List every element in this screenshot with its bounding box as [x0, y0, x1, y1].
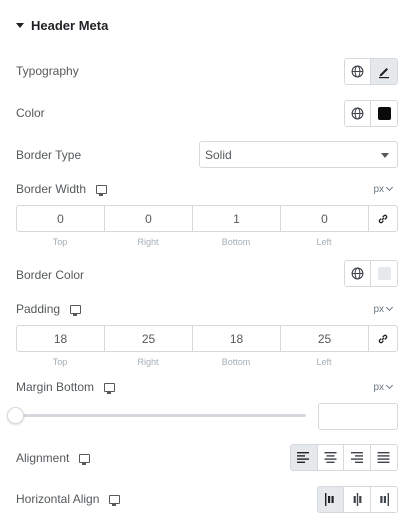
border-type-label: Border Type: [16, 148, 82, 162]
horizontal-align-button-group: [317, 486, 398, 513]
padding-left-input[interactable]: 25: [281, 326, 369, 351]
pencil-icon: [377, 65, 391, 79]
typography-controls: [344, 58, 398, 85]
border-color-label: Border Color: [16, 268, 85, 282]
typography-label: Typography: [16, 64, 79, 78]
margin-bottom-label: Margin Bottom: [16, 378, 116, 396]
align-left-button[interactable]: [291, 445, 318, 470]
border-color-picker-button[interactable]: [371, 261, 397, 286]
link-values-button[interactable]: [369, 326, 397, 351]
border-color-controls: [344, 260, 398, 287]
monitor-icon[interactable]: [79, 453, 91, 465]
globe-icon: [351, 267, 364, 280]
controls-panel: Header Meta Typography Color Border Type…: [0, 0, 414, 528]
link-icon: [377, 213, 389, 225]
global-color-button[interactable]: [345, 101, 372, 126]
color-picker-button[interactable]: [371, 101, 397, 126]
color-label: Color: [16, 106, 45, 120]
justify-center-button[interactable]: [344, 487, 371, 512]
caret-down-icon: [16, 22, 24, 28]
padding-label: Padding: [16, 300, 82, 318]
border-type-select[interactable]: Solid: [199, 141, 398, 168]
border-width-bottom-input[interactable]: 1: [193, 206, 281, 231]
global-border-color-button[interactable]: [345, 261, 372, 286]
align-left-icon: [297, 452, 310, 463]
monitor-icon[interactable]: [96, 184, 108, 196]
align-justify-button[interactable]: [370, 445, 397, 470]
align-right-icon: [350, 452, 364, 463]
border-color-swatch: [377, 267, 391, 280]
padding-top-input[interactable]: 18: [17, 326, 105, 351]
chevron-down-icon: [385, 303, 394, 312]
border-width-left-input[interactable]: 0: [281, 206, 369, 231]
section-title: Header Meta: [31, 17, 109, 33]
justify-end-icon: [377, 493, 390, 506]
chevron-down-icon: [385, 183, 394, 192]
horizontal-align-label: Horizontal Align: [16, 490, 121, 508]
justify-start-icon: [324, 493, 337, 506]
link-icon: [377, 333, 389, 345]
padding-right-input[interactable]: 25: [105, 326, 193, 351]
globe-icon: [351, 107, 364, 120]
section-header[interactable]: Header Meta: [16, 15, 108, 35]
monitor-icon[interactable]: [70, 304, 82, 316]
link-values-button[interactable]: [369, 206, 397, 231]
border-width-top-input[interactable]: 0: [17, 206, 105, 231]
alignment-button-group: [290, 444, 398, 471]
padding-unit-select[interactable]: px: [373, 302, 394, 316]
align-center-icon: [324, 452, 337, 463]
border-width-label: Border Width: [16, 180, 108, 198]
margin-bottom-unit-select[interactable]: px: [373, 380, 394, 394]
edit-typography-button[interactable]: [371, 59, 397, 84]
color-swatch: [377, 107, 391, 120]
global-typography-button[interactable]: [345, 59, 372, 84]
margin-bottom-slider-track[interactable]: [16, 414, 306, 417]
color-controls: [344, 100, 398, 127]
align-justify-icon: [377, 452, 390, 463]
border-width-right-input[interactable]: 0: [105, 206, 193, 231]
justify-center-icon: [351, 493, 364, 506]
padding-side-labels: Top Right Bottom Left: [52, 357, 332, 367]
justify-end-button[interactable]: [370, 487, 397, 512]
align-right-button[interactable]: [344, 445, 371, 470]
chevron-down-icon: [381, 153, 389, 158]
border-width-dimensions: 0 0 1 0: [16, 205, 398, 232]
margin-bottom-slider-handle[interactable]: [7, 407, 24, 424]
padding-bottom-input[interactable]: 18: [193, 326, 281, 351]
monitor-icon[interactable]: [104, 382, 116, 394]
padding-dimensions: 18 25 18 25: [16, 325, 398, 352]
alignment-label: Alignment: [16, 449, 91, 467]
globe-icon: [351, 65, 364, 78]
margin-bottom-input[interactable]: [318, 403, 398, 430]
align-center-button[interactable]: [317, 445, 344, 470]
border-width-side-labels: Top Right Bottom Left: [52, 237, 332, 247]
monitor-icon[interactable]: [109, 494, 121, 506]
justify-start-button[interactable]: [318, 487, 345, 512]
chevron-down-icon: [385, 381, 394, 390]
border-type-value: Solid: [205, 147, 232, 162]
border-width-unit-select[interactable]: px: [373, 182, 394, 196]
